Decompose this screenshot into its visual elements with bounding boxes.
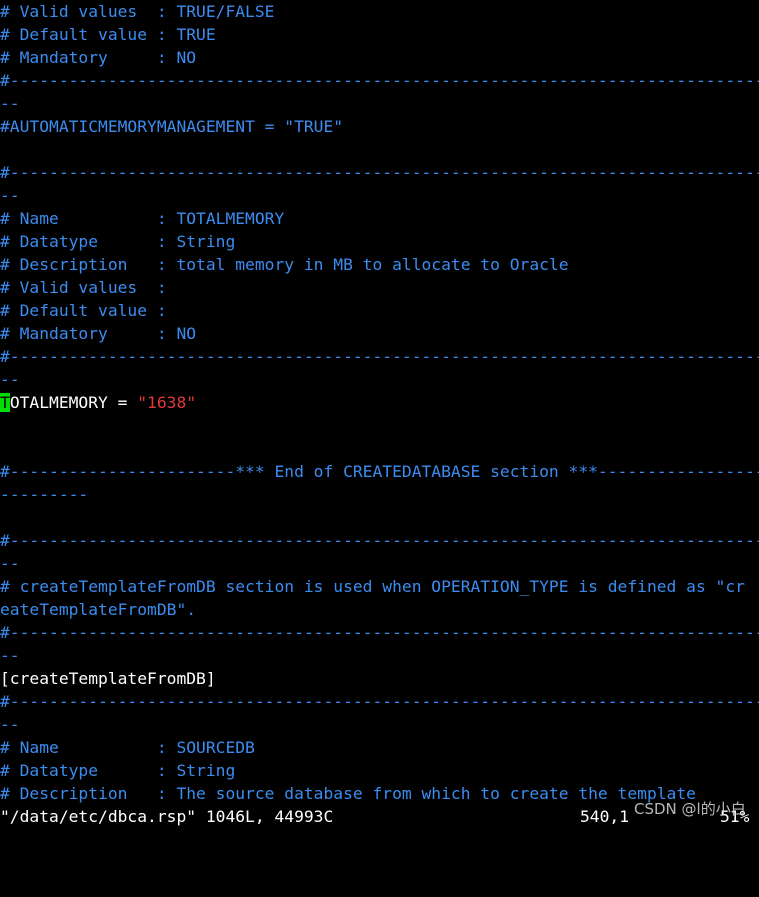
status-cursor-position: 540,1 [580, 807, 630, 826]
line-text-segment: -- [0, 186, 20, 205]
line-text-segment: #---------------------------------------… [0, 531, 759, 550]
line-text-segment: #---------------------------------------… [0, 692, 759, 711]
editor-line[interactable]: # Valid values : TRUE/FALSE [0, 0, 759, 23]
line-text-segment: "1638" [137, 393, 197, 412]
line-text-segment: #---------------------------------------… [0, 163, 759, 182]
editor-line[interactable]: #---------------------------------------… [0, 161, 759, 184]
editor-line[interactable]: #---------------------------------------… [0, 345, 759, 368]
editor-line[interactable]: # Name : TOTALMEMORY [0, 207, 759, 230]
csdn-watermark: CSDN @l的小白 [634, 800, 746, 818]
line-text-segment: -- [0, 554, 20, 573]
editor-line[interactable]: # Datatype : String [0, 230, 759, 253]
line-text-segment: # Name : TOTALMEMORY [0, 209, 285, 228]
line-text-segment: eateTemplateFromDB". [0, 600, 197, 619]
editor-line[interactable]: -- [0, 552, 759, 575]
line-text-segment: -- [0, 715, 20, 734]
line-text-segment [0, 508, 10, 527]
line-text-segment: OTALMEMORY = [9, 393, 138, 412]
text-cursor: T [0, 393, 10, 412]
editor-line[interactable]: # Description : total memory in MB to al… [0, 253, 759, 276]
editor-line[interactable]: # Mandatory : NO [0, 46, 759, 69]
editor-line[interactable]: --------- [0, 483, 759, 506]
line-text-segment: # Description : total memory in MB to al… [0, 255, 569, 274]
editor-line[interactable] [0, 506, 759, 529]
editor-line[interactable]: # createTemplateFromDB section is used w… [0, 575, 759, 598]
editor-line[interactable]: -- [0, 184, 759, 207]
status-file-info: "/data/etc/dbca.rsp" 1046L, 44993C [0, 807, 334, 826]
editor-line[interactable]: # Default value : [0, 299, 759, 322]
line-text-segment: #-----------------------*** End of CREAT… [0, 462, 759, 481]
line-text-segment: # Datatype : String [0, 761, 236, 780]
editor-line[interactable]: -- [0, 368, 759, 391]
editor-line[interactable]: #-----------------------*** End of CREAT… [0, 460, 759, 483]
editor-line[interactable] [0, 414, 759, 437]
line-text-segment: --------- [0, 485, 89, 504]
editor-line[interactable]: # Default value : TRUE [0, 23, 759, 46]
editor-line[interactable]: # Valid values : [0, 276, 759, 299]
editor-line[interactable]: # Mandatory : NO [0, 322, 759, 345]
line-text-segment: #---------------------------------------… [0, 347, 759, 366]
editor-line[interactable]: -- [0, 713, 759, 736]
editor-line[interactable]: [createTemplateFromDB] [0, 667, 759, 690]
editor-line[interactable]: #---------------------------------------… [0, 690, 759, 713]
line-text-segment: # Mandatory : NO [0, 48, 197, 67]
line-text-segment: # Default value : TRUE [0, 25, 216, 44]
line-text-segment: -- [0, 370, 20, 389]
line-text-segment: # Description : The source database from… [0, 784, 696, 803]
line-text-segment: # Name : SOURCEDB [0, 738, 255, 757]
editor-line[interactable]: # Datatype : String [0, 759, 759, 782]
editor-line[interactable]: TOTALMEMORY = "1638" [0, 391, 759, 414]
line-text-segment: #AUTOMATICMEMORYMANAGEMENT = "TRUE" [0, 117, 344, 136]
line-text-segment: # Default value : [0, 301, 167, 320]
editor-line[interactable]: #---------------------------------------… [0, 69, 759, 92]
line-text-segment: # createTemplateFromDB section is used w… [0, 577, 745, 596]
line-text-segment: -- [0, 646, 20, 665]
line-text-segment: # Mandatory : NO [0, 324, 197, 343]
editor-line[interactable]: eateTemplateFromDB". [0, 598, 759, 621]
line-text-segment [0, 416, 10, 435]
line-text-segment [0, 140, 10, 159]
line-text-segment: #---------------------------------------… [0, 71, 759, 90]
vim-editor-buffer[interactable]: # Valid values : TRUE/FALSE # Default val… [0, 0, 759, 805]
line-text-segment: # Valid values : [0, 278, 167, 297]
editor-line[interactable]: #---------------------------------------… [0, 621, 759, 644]
line-text-segment: #---------------------------------------… [0, 623, 759, 642]
editor-line[interactable] [0, 138, 759, 161]
line-text-segment: # Valid values : TRUE/FALSE [0, 2, 275, 21]
editor-line[interactable]: #AUTOMATICMEMORYMANAGEMENT = "TRUE" [0, 115, 759, 138]
line-text-segment: [createTemplateFromDB] [0, 669, 216, 688]
editor-line[interactable] [0, 437, 759, 460]
editor-line[interactable]: -- [0, 92, 759, 115]
editor-line[interactable]: -- [0, 644, 759, 667]
line-text-segment: -- [0, 94, 20, 113]
line-text-segment [0, 439, 10, 458]
line-text-segment: # Datatype : String [0, 232, 236, 251]
editor-line[interactable]: #---------------------------------------… [0, 529, 759, 552]
editor-line[interactable]: # Name : SOURCEDB [0, 736, 759, 759]
